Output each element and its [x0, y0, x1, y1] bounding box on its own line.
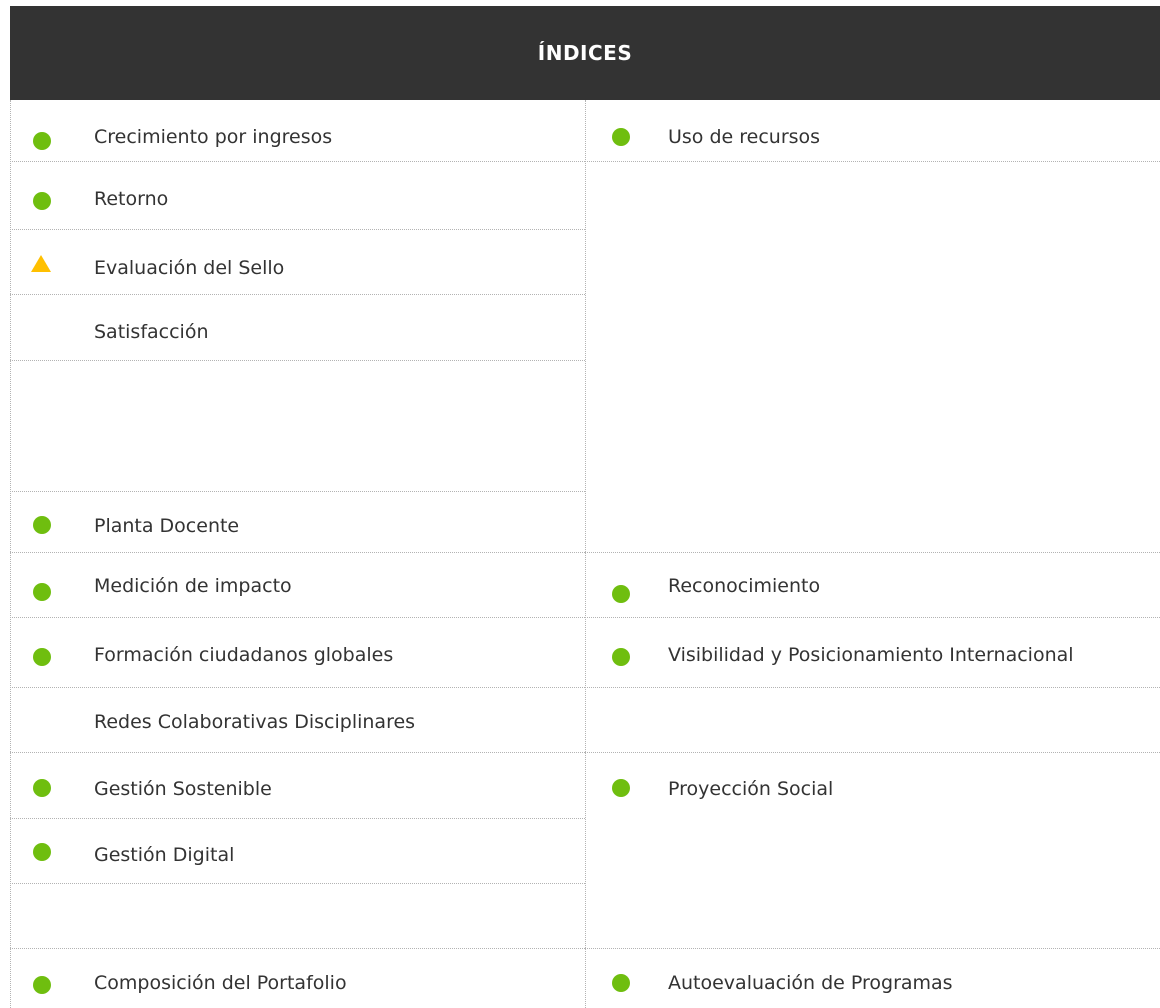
index-row-medicion-impacto: Medición de impacto: [10, 553, 585, 618]
indices-header: ÍNDICES: [10, 6, 1160, 100]
green-status-dot-icon: [612, 585, 630, 603]
index-label: Proyección Social: [668, 778, 834, 800]
index-label: Medición de impacto: [94, 575, 292, 597]
index-label: Gestión Digital: [94, 844, 235, 866]
index-row-formacion-ciudadanos: Formación ciudadanos globales: [10, 618, 585, 688]
index-row-satisfaccion: Satisfacción: [10, 295, 585, 361]
green-status-dot-icon: [612, 779, 630, 797]
index-label: Evaluación del Sello: [94, 257, 285, 279]
index-row-empty: [10, 361, 585, 492]
green-status-dot-icon: [33, 648, 51, 666]
index-label: Redes Colaborativas Disciplinares: [94, 711, 416, 733]
green-status-dot-icon: [33, 192, 51, 210]
green-status-dot-icon: [612, 648, 630, 666]
index-row-evaluacion-sello: Evaluación del Sello: [10, 230, 585, 295]
green-status-dot-icon: [33, 132, 51, 150]
index-row-visibilidad-internacional: Visibilidad y Posicionamiento Internacio…: [585, 618, 1160, 688]
index-label: Autoevaluación de Programas: [668, 972, 953, 994]
warning-triangle-icon: [31, 255, 51, 272]
index-row-composicion-portafolio: Composición del Portafolio: [10, 949, 585, 1008]
index-label: Retorno: [94, 188, 169, 210]
index-row-proyeccion-social: Proyección Social: [585, 753, 1160, 949]
index-row-uso-recursos: Uso de recursos: [585, 100, 1160, 162]
index-row-crecimiento: Crecimiento por ingresos: [10, 100, 585, 162]
index-label: Composición del Portafolio: [94, 972, 347, 994]
index-row-autoevaluacion-programas: Autoevaluación de Programas: [585, 949, 1160, 1008]
index-label: Formación ciudadanos globales: [94, 644, 394, 666]
green-status-dot-icon: [612, 128, 630, 146]
indices-title: ÍNDICES: [537, 41, 633, 65]
index-row-redes-colaborativas: Redes Colaborativas Disciplinares: [10, 688, 585, 753]
green-status-dot-icon: [33, 583, 51, 601]
green-status-dot-icon: [612, 974, 630, 992]
index-row-empty: [10, 884, 585, 949]
index-row-empty: [585, 162, 1160, 553]
index-label: Gestión Sostenible: [94, 778, 272, 800]
index-row-gestion-digital: Gestión Digital: [10, 819, 585, 884]
index-row-planta-docente: Planta Docente: [10, 492, 585, 553]
index-label: Uso de recursos: [668, 126, 821, 148]
green-status-dot-icon: [33, 516, 51, 534]
index-row-reconocimiento: Reconocimiento: [585, 553, 1160, 618]
index-row-gestion-sostenible: Gestión Sostenible: [10, 753, 585, 819]
green-status-dot-icon: [33, 779, 51, 797]
index-row-retorno: Retorno: [10, 162, 585, 230]
index-label: Crecimiento por ingresos: [94, 126, 333, 148]
index-label: Satisfacción: [94, 321, 209, 343]
index-label: Reconocimiento: [668, 575, 821, 597]
green-status-dot-icon: [33, 843, 51, 861]
index-label: Planta Docente: [94, 515, 240, 537]
green-status-dot-icon: [33, 976, 51, 994]
index-row-empty: [585, 688, 1160, 753]
index-label: Visibilidad y Posicionamiento Internacio…: [668, 644, 1074, 666]
